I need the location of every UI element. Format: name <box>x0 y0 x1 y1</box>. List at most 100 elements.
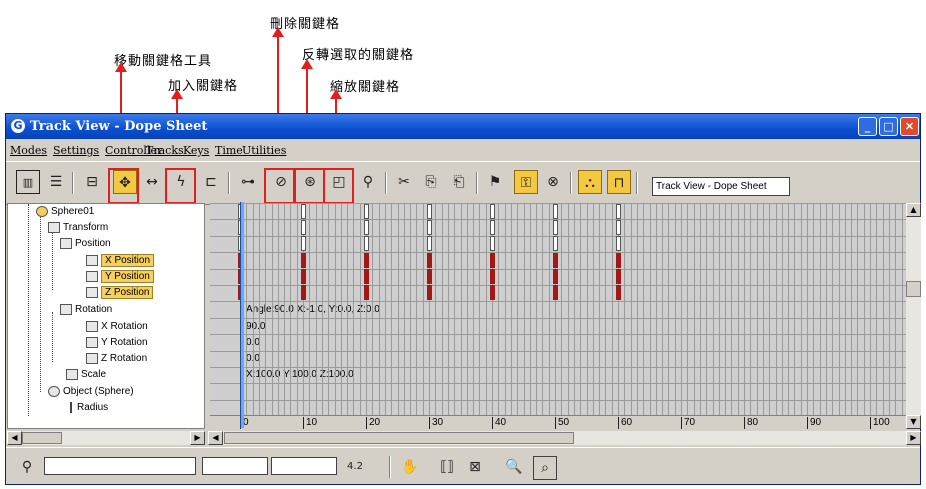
zoom-region-icon[interactable]: ⌕ <box>533 456 557 480</box>
key[interactable] <box>616 236 621 251</box>
key[interactable] <box>301 204 306 219</box>
scroll-right-icon[interactable]: ▶ <box>906 431 921 445</box>
dope-sheet-grid[interactable]: Angle:90.0 X:-1.0, Y:0.0, Z:0.0 90.0 0.0… <box>210 203 906 415</box>
sheet-horizontal-scrollbar[interactable]: ◀ ▶ <box>208 431 921 445</box>
selected-key[interactable] <box>490 285 495 300</box>
menu-keys[interactable]: Keys <box>183 144 209 157</box>
tree-item-z-rotation[interactable]: Z Rotation <box>86 351 147 367</box>
edit-keys-icon[interactable]: ▥ <box>16 170 40 194</box>
object-name-field[interactable] <box>44 457 196 475</box>
pan-icon[interactable]: ✋ <box>399 456 421 478</box>
key[interactable] <box>364 204 369 219</box>
tree-item-scale[interactable]: Scale <box>66 367 106 383</box>
key[interactable] <box>553 220 558 235</box>
selected-key[interactable] <box>553 253 558 268</box>
zoom-value-extents-icon[interactable]: ⊠ <box>464 456 486 478</box>
tree-item-y-position[interactable]: Y Position <box>86 269 154 285</box>
key[interactable] <box>616 204 621 219</box>
key[interactable] <box>553 204 558 219</box>
tree-item-sphere01[interactable]: Sphere01 <box>36 204 94 220</box>
selected-key[interactable] <box>427 269 432 284</box>
scroll-up-icon[interactable]: ▲ <box>906 203 921 217</box>
selected-key[interactable] <box>490 253 495 268</box>
tree-item-x-position[interactable]: X Position <box>86 253 155 269</box>
key[interactable] <box>301 220 306 235</box>
tree-item-x-rotation[interactable]: X Rotation <box>86 319 148 335</box>
scroll-thumb[interactable] <box>22 432 62 444</box>
value-field[interactable] <box>271 457 337 475</box>
selected-key[interactable] <box>616 253 621 268</box>
reduce-keys-icon[interactable]: ⚲ <box>356 170 380 194</box>
selected-key[interactable] <box>364 253 369 268</box>
selected-key[interactable] <box>364 269 369 284</box>
modify-child-keys-icon[interactable]: ⊓ <box>607 170 631 194</box>
tree-item-z-position[interactable]: Z Position <box>86 285 154 301</box>
paste-icon[interactable]: ⎗ <box>447 170 471 194</box>
minimize-button[interactable]: _ <box>858 117 877 136</box>
key[interactable] <box>553 236 558 251</box>
copy-icon[interactable]: ⎘ <box>419 170 443 194</box>
edit-ranges-icon[interactable]: ☰ <box>44 170 68 194</box>
selected-key[interactable] <box>301 253 306 268</box>
selected-key[interactable] <box>364 285 369 300</box>
snap-frames-icon[interactable]: ⊗ <box>541 170 565 194</box>
show-keyable-icon[interactable]: ⚑ <box>483 170 507 194</box>
lock-selection-icon[interactable]: ⚿ <box>514 170 538 194</box>
frame-field[interactable] <box>202 457 268 475</box>
tree-item-y-rotation[interactable]: Y Rotation <box>86 335 148 351</box>
tree-horizontal-scrollbar[interactable]: ◀ ▶ <box>7 431 205 445</box>
key[interactable] <box>490 220 495 235</box>
tree-item-position[interactable]: Position <box>60 236 111 252</box>
close-button[interactable]: ✕ <box>900 117 919 136</box>
ruler-tick-label: 90 <box>807 417 821 429</box>
zoom-horizontal-extents-icon[interactable]: ⟦⟧ <box>436 456 458 478</box>
slide-keys-icon[interactable]: ↔ <box>140 170 164 194</box>
tree-item-rotation[interactable]: Rotation <box>60 302 112 318</box>
zoom-value-icon[interactable]: 4.2 <box>344 456 366 478</box>
key[interactable] <box>427 236 432 251</box>
menu-utilities[interactable]: Utilities <box>242 144 286 157</box>
selected-key[interactable] <box>553 285 558 300</box>
menu-tracks[interactable]: Tracks <box>146 144 184 157</box>
selected-key[interactable] <box>301 269 306 284</box>
selected-key[interactable] <box>616 285 621 300</box>
selected-key[interactable] <box>553 269 558 284</box>
key[interactable] <box>427 220 432 235</box>
menu-time[interactable]: Time <box>215 144 243 157</box>
zoom-icon[interactable]: 🔍 <box>503 456 525 478</box>
key[interactable] <box>427 204 432 219</box>
key[interactable] <box>364 236 369 251</box>
tree-item-object-sphere[interactable]: Object (Sphere) <box>48 384 134 400</box>
selected-key[interactable] <box>616 269 621 284</box>
tree-item-radius[interactable]: Radius <box>70 400 108 416</box>
scroll-right-icon[interactable]: ▶ <box>190 431 205 445</box>
menu-settings[interactable]: Settings <box>53 144 99 157</box>
scroll-thumb[interactable] <box>906 281 921 297</box>
key[interactable] <box>616 220 621 235</box>
filters-icon[interactable]: ⊟ <box>80 170 104 194</box>
time-ruler[interactable]: 0 10 20 30 40 50 60 70 80 90 100 <box>210 415 906 430</box>
modify-subtree-icon[interactable]: ⛬ <box>578 170 602 194</box>
maximize-button[interactable]: □ <box>879 117 898 136</box>
key[interactable] <box>490 236 495 251</box>
selected-key[interactable] <box>427 253 432 268</box>
cut-icon[interactable]: ✂ <box>392 170 416 194</box>
selected-key[interactable] <box>490 269 495 284</box>
track-view-name-field[interactable]: Track View - Dope Sheet <box>652 177 790 196</box>
menu-modes[interactable]: Modes <box>10 144 47 157</box>
vertical-scrollbar[interactable]: ▲ ▼ <box>906 203 921 429</box>
time-slider-bar[interactable] <box>240 202 244 428</box>
scroll-down-icon[interactable]: ▼ <box>906 415 921 429</box>
key[interactable] <box>490 204 495 219</box>
key[interactable] <box>364 220 369 235</box>
zoom-selected-object-icon[interactable]: ⚲ <box>16 456 38 478</box>
scroll-left-icon[interactable]: ◀ <box>208 431 223 445</box>
selected-key[interactable] <box>301 285 306 300</box>
key[interactable] <box>301 236 306 251</box>
tree-item-transform[interactable]: Transform <box>48 220 108 236</box>
selected-key[interactable] <box>427 285 432 300</box>
scale-keys-icon[interactable]: ⊏ <box>199 170 223 194</box>
scroll-thumb[interactable] <box>224 432 574 444</box>
select-time-icon[interactable]: ⊶ <box>236 170 260 194</box>
scroll-left-icon[interactable]: ◀ <box>7 431 22 445</box>
